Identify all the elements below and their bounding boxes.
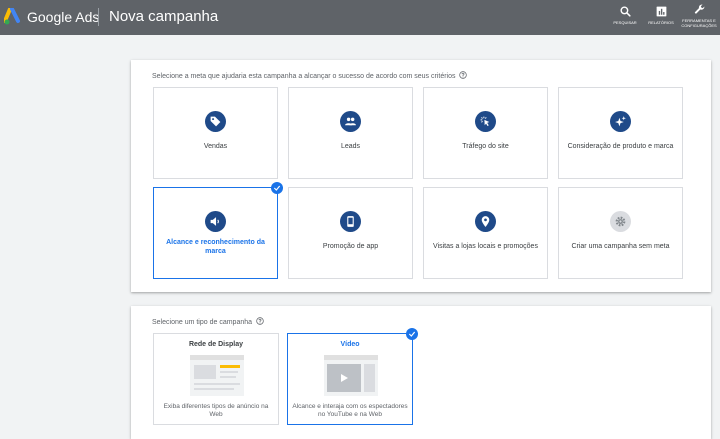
goal-label: Vendas: [203, 143, 228, 150]
campaign-type-title: Rede de Display: [188, 341, 244, 348]
goal-card-app-promotion[interactable]: Promoção de app: [288, 187, 413, 279]
reports-tool-button[interactable]: RELATÓRIOS: [644, 5, 678, 25]
goal-icon-circle: [610, 111, 631, 132]
goal-card-brand-awareness[interactable]: Alcance e reconhecimento da marca: [153, 182, 283, 279]
campaign-type-title: Vídeo: [340, 341, 360, 348]
header-divider: [98, 8, 99, 26]
goal-icon-circle: [205, 211, 226, 232]
gear-icon: [615, 216, 626, 227]
goal-icon-circle: [475, 211, 496, 232]
goal-card-product-brand-consideration[interactable]: Consideração de produto e marca: [558, 87, 683, 179]
display-network-illustration-icon: [190, 355, 244, 396]
goal-card-local-store-visits[interactable]: Visitas a lojas locais e promoções: [423, 187, 548, 279]
goal-label: Alcance e reconhecimento da marca: [166, 239, 265, 255]
tag-icon: [210, 116, 221, 127]
goal-icon-circle: [340, 211, 361, 232]
location-pin-icon: [481, 216, 490, 227]
goal-icon-circle: [205, 111, 226, 132]
top-app-bar: Google Ads Nova campanha PESQUISAR RELAT…: [0, 0, 720, 35]
reports-tool-label: RELATÓRIOS: [648, 20, 674, 25]
campaign-type-prompt-text: Selecione um tipo de campanha: [152, 319, 253, 326]
help-icon[interactable]: [459, 71, 468, 79]
goal-icon-circle: [610, 211, 631, 232]
tools-settings-button[interactable]: FERRAMENTAS E CONFIGURAÇÕES: [680, 3, 718, 28]
search-tool-label: PESQUISAR: [613, 20, 637, 25]
goal-label: Leads: [340, 143, 361, 150]
phone-icon: [347, 216, 354, 227]
campaign-type-panel: Selecione um tipo de campanha Rede de Di…: [131, 306, 711, 439]
people-icon: [345, 117, 356, 126]
page-title: Nova campanha: [109, 8, 219, 25]
selected-check-icon: [271, 182, 283, 194]
speaker-icon: [210, 217, 219, 226]
campaign-type-prompt: Selecione um tipo de campanha: [152, 317, 264, 326]
sparkle-icon: [615, 116, 626, 127]
goal-label: Visitas a lojas locais e promoções: [433, 243, 538, 250]
campaign-type-description: Exiba diferentes tipos de anúncio na Web: [163, 403, 269, 418]
goal-prompt-text: Selecione a meta que ajudaria esta campa…: [152, 73, 456, 80]
tools-settings-label: FERRAMENTAS E CONFIGURAÇÕES: [681, 18, 717, 28]
video-illustration-icon: [324, 355, 378, 396]
google-ads-logo-icon[interactable]: [4, 8, 22, 25]
campaign-type-description: Alcance e interaja com os espectadores n…: [292, 403, 408, 418]
brand-name: Google Ads: [27, 9, 100, 25]
goal-label: Tráfego do site: [462, 143, 509, 150]
cursor-click-icon: [480, 116, 490, 127]
goal-card-leads[interactable]: Leads: [288, 87, 413, 179]
campaign-type-display-card[interactable]: Rede de Display Exiba diferentes tipos d…: [153, 333, 279, 425]
goal-card-sales[interactable]: Vendas: [153, 87, 278, 179]
selected-check-icon: [406, 328, 418, 340]
campaign-type-video-card[interactable]: Vídeo Alcance e interaja com os espectad…: [287, 328, 418, 425]
reports-icon: [656, 6, 666, 17]
goal-card-no-goal[interactable]: Criar uma campanha sem meta: [558, 187, 683, 279]
goal-label: Criar uma campanha sem meta: [571, 243, 670, 250]
goal-selection-panel: Selecione a meta que ajudaria esta campa…: [131, 60, 711, 292]
goal-label: Consideração de produto e marca: [567, 143, 674, 150]
goal-prompt: Selecione a meta que ajudaria esta campa…: [152, 71, 468, 80]
search-icon: [619, 6, 631, 17]
wrench-icon: [694, 4, 704, 14]
goal-icon-circle: [340, 111, 361, 132]
search-tool-button[interactable]: PESQUISAR: [608, 5, 642, 25]
help-icon[interactable]: [256, 317, 264, 325]
goal-card-website-traffic[interactable]: Tráfego do site: [423, 87, 548, 179]
goal-label: Promoção de app: [322, 243, 379, 250]
goal-icon-circle: [475, 111, 496, 132]
